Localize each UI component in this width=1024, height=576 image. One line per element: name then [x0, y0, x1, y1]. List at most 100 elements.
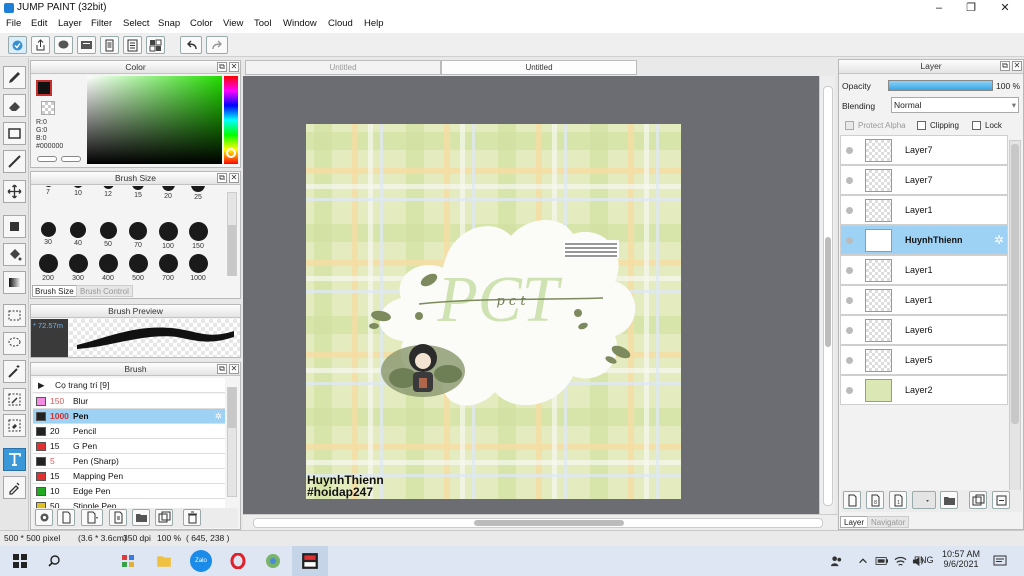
- gear-icon[interactable]: ✲: [994, 233, 1004, 247]
- layer-scrollbar[interactable]: [1009, 140, 1021, 510]
- panel-float-icon[interactable]: ⧉: [217, 173, 227, 183]
- windows-icon[interactable]: [10, 551, 30, 571]
- brush-group-row[interactable]: ▶ Cọ trang trí [9]: [33, 378, 225, 393]
- chrome-icon[interactable]: [263, 551, 283, 571]
- layer-row[interactable]: Layer1: [840, 255, 1008, 285]
- gradient-icon[interactable]: [3, 271, 26, 294]
- pen-line-icon[interactable]: [3, 150, 26, 173]
- brush-size-option[interactable]: 70: [123, 222, 153, 249]
- visibility-icon[interactable]: [846, 267, 853, 274]
- menu-file[interactable]: File: [6, 18, 21, 29]
- brush-duplicate-icon[interactable]: [155, 509, 173, 526]
- visibility-icon[interactable]: [846, 357, 853, 364]
- protect-alpha-checkbox[interactable]: [845, 121, 854, 130]
- brush-size-option[interactable]: 100: [153, 222, 183, 250]
- new-1bit-layer-icon[interactable]: 1: [889, 491, 907, 509]
- brush-copy-icon[interactable]: [109, 509, 127, 526]
- new-layer-icon[interactable]: [843, 491, 861, 509]
- transparent-color-swatch[interactable]: [41, 101, 55, 115]
- brush-item[interactable]: 15 Mapping Pen: [33, 469, 225, 484]
- taskbar-active-app[interactable]: [292, 546, 328, 576]
- layer-row[interactable]: Layer1: [840, 285, 1008, 315]
- visibility-icon[interactable]: [846, 327, 853, 334]
- menu-help[interactable]: Help: [364, 18, 384, 29]
- panel-float-icon[interactable]: ⧉: [217, 364, 227, 374]
- brush-size-option[interactable]: 10: [63, 186, 93, 197]
- hscroll-track[interactable]: [253, 518, 823, 528]
- tab-brush-control[interactable]: Brush Control: [76, 285, 133, 297]
- brush-item[interactable]: 150 Blur: [33, 394, 225, 409]
- brush-size-option[interactable]: 25: [183, 186, 213, 201]
- brush-list-scrollbar[interactable]: [227, 387, 237, 497]
- brush-size-option[interactable]: 700: [153, 254, 183, 282]
- new-brush-icon[interactable]: [57, 509, 75, 526]
- undo-icon[interactable]: [180, 36, 202, 54]
- menu-edit[interactable]: Edit: [31, 18, 47, 29]
- list-icon[interactable]: [123, 36, 142, 54]
- new-8bit-layer-icon[interactable]: 8: [866, 491, 884, 509]
- panel-close-icon[interactable]: ✕: [229, 364, 239, 374]
- menu-filter[interactable]: Filter: [91, 18, 112, 29]
- move-icon[interactable]: [3, 180, 26, 203]
- marquee-icon[interactable]: [3, 304, 26, 327]
- primary-color-swatch[interactable]: [36, 80, 52, 96]
- task-view-icon[interactable]: [118, 551, 138, 571]
- brush-delete-icon[interactable]: [183, 509, 201, 526]
- brush-size-option[interactable]: 1000: [183, 254, 213, 282]
- wifi-icon[interactable]: [890, 551, 910, 571]
- share-icon[interactable]: [31, 36, 50, 54]
- grid-settings-icon[interactable]: [146, 36, 165, 54]
- panel-close-icon[interactable]: ✕: [229, 62, 239, 72]
- visibility-icon[interactable]: [846, 387, 853, 394]
- menu-layer[interactable]: Layer: [58, 18, 82, 29]
- artwork-canvas[interactable]: PCT p c t HuynhThienn #hoidap247: [243, 76, 819, 514]
- cloud-icon[interactable]: [8, 36, 27, 54]
- panel-close-icon[interactable]: ✕: [1012, 61, 1022, 71]
- minimize-button[interactable]: –: [924, 1, 954, 15]
- layer-row[interactable]: HuynhThienn ✲: [840, 225, 1008, 255]
- vscroll-thumb[interactable]: [825, 237, 831, 347]
- panel-float-icon[interactable]: ⧉: [1000, 61, 1010, 71]
- magic-wand-icon[interactable]: [3, 360, 26, 383]
- battery-icon[interactable]: [872, 551, 892, 571]
- brush-size-option[interactable]: 40: [63, 222, 93, 247]
- brush-item[interactable]: 5 Pen (Sharp): [33, 454, 225, 469]
- brush-size-option[interactable]: 50: [93, 222, 123, 248]
- brush-size-option[interactable]: 150: [183, 222, 213, 250]
- bucket-icon[interactable]: [3, 243, 26, 266]
- menu-tool[interactable]: Tool: [254, 18, 271, 29]
- tab-untitled-1[interactable]: Untitled: [245, 60, 441, 75]
- layer-folder-icon[interactable]: [940, 491, 958, 509]
- brush-size-option[interactable]: 500: [123, 254, 153, 282]
- close-button[interactable]: ✕: [990, 1, 1020, 15]
- brush-size-option[interactable]: 15: [123, 186, 153, 199]
- canvas-workarea[interactable]: PCT p c t HuynhThienn #hoidap247: [243, 76, 819, 514]
- opera-icon[interactable]: [228, 551, 248, 571]
- notification-icon[interactable]: [990, 551, 1010, 571]
- menu-snap[interactable]: Snap: [158, 18, 180, 29]
- tab-navigator[interactable]: Navigator: [867, 516, 910, 528]
- gear-icon[interactable]: ✲: [215, 409, 222, 423]
- menu-view[interactable]: View: [223, 18, 243, 29]
- brush-item[interactable]: 15 G Pen: [33, 439, 225, 454]
- layer-duplicate-icon[interactable]: [969, 491, 987, 509]
- text-icon[interactable]: [3, 448, 26, 471]
- layer-row[interactable]: Layer2: [840, 375, 1008, 405]
- clipping-checkbox[interactable]: [917, 121, 926, 130]
- select-pen-icon[interactable]: [3, 388, 26, 411]
- hue-handle[interactable]: [226, 148, 236, 158]
- brush-size-option[interactable]: 12: [93, 186, 123, 198]
- comment-icon[interactable]: [54, 36, 73, 54]
- file-explorer-icon[interactable]: [154, 551, 174, 571]
- clock[interactable]: 10:57 AM 9/6/2021: [941, 549, 981, 569]
- brush-size-scroll-thumb[interactable]: [228, 225, 236, 275]
- layer-merge-icon[interactable]: [992, 491, 1010, 509]
- lock-checkbox[interactable]: [972, 121, 981, 130]
- brush-icon[interactable]: [3, 66, 26, 89]
- expand-triangle-icon[interactable]: ▶: [38, 378, 45, 392]
- panel-float-icon[interactable]: ⧉: [217, 62, 227, 72]
- brush-item[interactable]: 20 Pencil: [33, 424, 225, 439]
- visibility-icon[interactable]: [846, 297, 853, 304]
- menu-window[interactable]: Window: [283, 18, 317, 29]
- layer-row[interactable]: Layer1: [840, 195, 1008, 225]
